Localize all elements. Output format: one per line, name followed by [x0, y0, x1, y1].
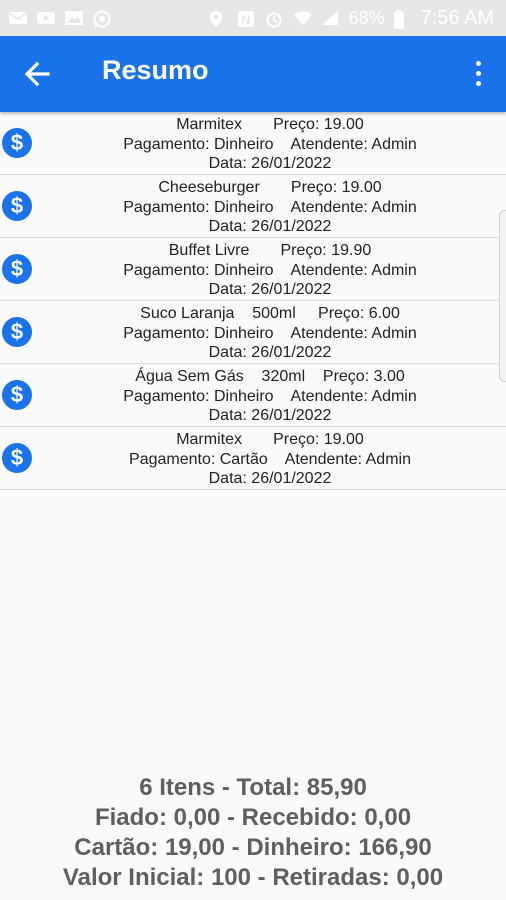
item-payment-attendant: Pagamento: Cartão Atendente: Admin	[129, 450, 411, 468]
email-icon	[8, 10, 28, 26]
whatsapp-icon	[92, 10, 112, 28]
list-item[interactable]: $ Marmitex Preço: 19.00 Pagamento: Dinhe…	[0, 112, 506, 175]
dollar-icon: $	[2, 380, 32, 410]
list-item[interactable]: $ Cheeseburger Preço: 19.00 Pagamento: D…	[0, 175, 506, 238]
item-title-price: Marmitex Preço: 19.00	[176, 431, 364, 448]
item-payment-attendant: Pagamento: Dinheiro Atendente: Admin	[123, 261, 417, 279]
status-bar: N 68% 7:56 AM	[0, 0, 506, 36]
list-item[interactable]: $ Marmitex Preço: 19.00 Pagamento: Cartã…	[0, 427, 506, 490]
battery-percentage: 68%	[348, 7, 385, 28]
item-payment-attendant: Pagamento: Dinheiro Atendente: Admin	[123, 387, 417, 405]
dollar-icon: $	[2, 191, 32, 221]
svg-text:N: N	[241, 13, 250, 27]
item-date: Data: 26/01/2022	[208, 344, 332, 361]
dollar-icon: $	[2, 443, 32, 473]
item-title-price: Buffet Livre Preço: 19.90	[168, 242, 372, 259]
list-item[interactable]: $ Suco Laranja 500ml Preço: 6.00 Pagamen…	[0, 301, 506, 364]
summary-cartao-dinheiro: Cartão: 19,00 - Dinheiro: 166,90	[74, 834, 432, 861]
item-date: Data: 26/01/2022	[208, 470, 332, 487]
clock-time: 7:56 AM	[420, 6, 494, 29]
summary-fiado-recebido: Fiado: 0,00 - Recebido: 0,00	[94, 804, 412, 831]
dollar-icon: $	[2, 254, 32, 284]
signal-icon	[321, 10, 341, 26]
arrow-back-icon	[24, 61, 50, 87]
overflow-menu-button[interactable]	[466, 58, 490, 92]
summary-valor-inicial-retiradas: Valor Inicial: 100 - Retiradas: 0,00	[62, 864, 444, 891]
back-button[interactable]	[20, 56, 60, 92]
item-payment-attendant: Pagamento: Dinheiro Atendente: Admin	[123, 198, 417, 216]
item-payment-attendant: Pagamento: Dinheiro Atendente: Admin	[123, 324, 417, 342]
item-title-price: Cheeseburger Preço: 19.00	[158, 179, 382, 196]
dollar-icon: $	[2, 317, 32, 347]
gallery-icon	[64, 10, 84, 26]
item-title-price: Suco Laranja 500ml Preço: 6.00	[140, 305, 400, 322]
page-title: Resumo	[102, 55, 209, 85]
location-icon	[209, 10, 229, 27]
youtube-icon	[36, 10, 56, 26]
scroll-handle[interactable]	[499, 210, 506, 382]
alarm-icon	[265, 10, 285, 28]
list-item[interactable]: $ Buffet Livre Preço: 19.90 Pagamento: D…	[0, 238, 506, 301]
item-title-price: Marmitex Preço: 19.00	[176, 116, 364, 133]
item-date: Data: 26/01/2022	[208, 281, 332, 298]
battery-icon	[393, 10, 413, 29]
dollar-icon: $	[2, 128, 32, 158]
status-bar-right: N 68% 7:56 AM	[209, 7, 494, 30]
item-title-price: Água Sem Gás 320ml Preço: 3.00	[135, 368, 405, 385]
item-date: Data: 26/01/2022	[208, 218, 332, 235]
sales-list: $ Marmitex Preço: 19.00 Pagamento: Dinhe…	[0, 112, 506, 490]
app-bar: Resumo	[0, 36, 506, 112]
item-payment-attendant: Pagamento: Dinheiro Atendente: Admin	[123, 135, 417, 153]
summary-panel: 6 Itens - Total: 85,90 Fiado: 0,00 - Rec…	[0, 773, 506, 893]
wifi-icon	[293, 10, 313, 26]
summary-total: 6 Itens - Total: 85,90	[139, 774, 367, 801]
more-vert-icon	[475, 61, 481, 66]
item-date: Data: 26/01/2022	[208, 407, 332, 424]
list-item[interactable]: $ Água Sem Gás 320ml Preço: 3.00 Pagamen…	[0, 364, 506, 427]
nfc-icon: N	[237, 10, 257, 27]
status-bar-left	[8, 10, 112, 28]
item-date: Data: 26/01/2022	[208, 155, 332, 172]
